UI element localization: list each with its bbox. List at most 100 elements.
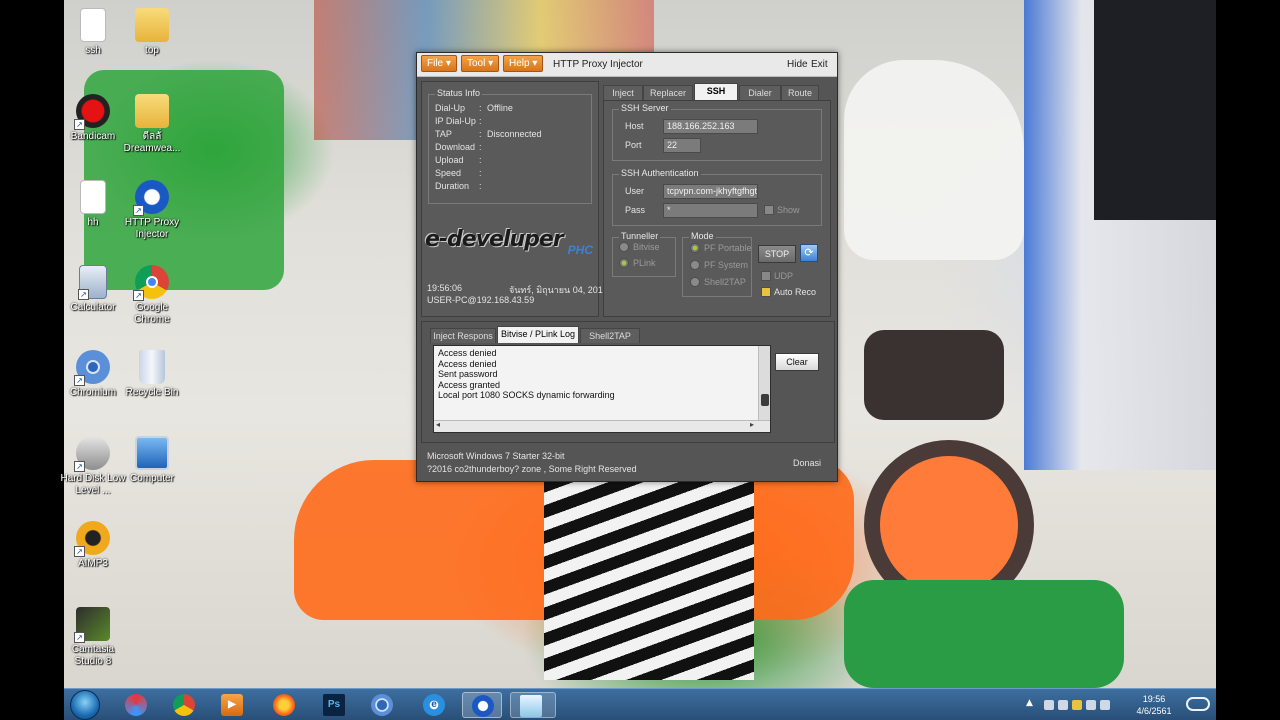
tray-icon-5[interactable] (1100, 700, 1110, 710)
clear-button[interactable]: Clear (775, 353, 819, 371)
http-proxy-injector-window: File ▾ Tool ▾ Help ▾ HTTP Proxy Injector… (416, 52, 838, 482)
swirl-app-icon (125, 694, 147, 716)
shortcut-arrow-icon: ↗ (74, 632, 85, 643)
status-label: Duration (435, 181, 470, 191)
taskbar-chromium[interactable] (362, 692, 402, 718)
taskbar-media-player[interactable]: ▶ (212, 692, 252, 718)
desktop-icon-label: AIMP3 (77, 558, 108, 569)
tray-network-icon[interactable] (1072, 700, 1082, 710)
udp-checkbox[interactable] (761, 271, 771, 281)
log-line: Sent password (438, 369, 498, 379)
chromium-icon: ↗ (74, 350, 110, 386)
tunneller-option-radio[interactable] (619, 242, 629, 252)
tray-icon-2[interactable] (1058, 700, 1068, 710)
user-field[interactable]: tcpvpn.com-jkhyftgfhgt (663, 184, 758, 199)
log-tab-shell2tap[interactable]: Shell2TAP Log (580, 328, 640, 355)
desktop-icon-camtasia[interactable]: ↗ Camtasia Studio 8 (58, 607, 128, 668)
folder-icon (135, 8, 169, 42)
tab-route[interactable]: Route (781, 85, 819, 100)
clock-time: 19:56:06 (427, 283, 463, 293)
wallpaper-horse (844, 60, 1024, 260)
logo-sub: PHC (567, 243, 593, 257)
mode-title: Mode (689, 231, 716, 241)
taskbar-chrome[interactable] (164, 692, 204, 718)
host-field[interactable]: 188.166.252.163 (663, 119, 758, 134)
tab-dialer[interactable]: Dialer (739, 85, 781, 100)
developer-logo: e-develuper PHC (425, 227, 595, 261)
scroll-right-icon[interactable]: ▸ (750, 420, 754, 429)
tunneller-title: Tunneller (619, 231, 661, 241)
desktop-icon-computer[interactable]: Computer (117, 436, 187, 485)
tunneller-option-radio[interactable] (619, 258, 629, 268)
pass-field[interactable]: * (663, 203, 758, 218)
status-label: Upload (435, 155, 464, 165)
desktop-icon-google-chrome[interactable]: ↗ Google Chrome (117, 265, 187, 326)
taskbar: ▶ Ps e ▲ 19:56 4/6/2561 (64, 688, 1216, 720)
scrollbar-thumb[interactable] (761, 394, 769, 406)
desktop-icon-label: HTTP Proxy Injector (124, 217, 180, 240)
taskbar-photoshop[interactable]: Ps (314, 692, 354, 718)
tab-ssh[interactable]: SSH (694, 83, 738, 100)
tray-icon-1[interactable] (1044, 700, 1054, 710)
mode-option-radio[interactable] (690, 243, 700, 253)
shortcut-arrow-icon: ↗ (74, 119, 85, 130)
desktop-icon-label: Camtasia Studio 8 (71, 644, 115, 667)
taskbar-firefox[interactable] (264, 692, 304, 718)
stop-button[interactable]: STOP (758, 245, 796, 263)
log-tab-inject-response[interactable]: Inject Respons (430, 328, 496, 343)
tab-ssh-label: SSH (706, 86, 726, 96)
status-separator: : (479, 155, 482, 165)
log-horizontal-scrollbar[interactable]: ◂ ▸ (434, 420, 770, 432)
tab-replacer[interactable]: Replacer (643, 85, 693, 100)
mode-option-radio[interactable] (690, 277, 700, 287)
taskbar-clock[interactable]: 19:56 4/6/2561 (1130, 693, 1178, 717)
tab-route-label: Route (787, 88, 813, 98)
exit-button[interactable]: Exit (811, 59, 828, 70)
donate-link[interactable]: Donasi (793, 458, 821, 468)
desktop-icon-recycle-bin[interactable]: Recycle Bin (117, 350, 187, 399)
start-orb-icon[interactable] (70, 690, 100, 720)
port-field[interactable]: 22 (663, 138, 701, 153)
chromium-icon (371, 694, 393, 716)
internet-explorer-icon: e (423, 694, 445, 716)
menu-tool[interactable]: Tool ▾ (461, 55, 500, 72)
log-vertical-scrollbar[interactable] (758, 346, 770, 420)
tray-show-hidden-icon[interactable]: ▲ (1026, 698, 1033, 708)
wallpaper-machine-screen (1094, 0, 1216, 220)
wallpaper-ride-dark (864, 330, 1004, 420)
desktop-icon-http-proxy-injector[interactable]: ↗ HTTP Proxy Injector (117, 180, 187, 241)
menu-file[interactable]: File ▾ (421, 55, 457, 72)
user-host: USER-PC@192.168.43.59 (427, 295, 535, 305)
status-separator: : (479, 116, 482, 126)
menu-help[interactable]: Help ▾ (503, 55, 544, 72)
tab-replacer-label: Replacer (649, 88, 687, 98)
desktop-icon-dreamweaver[interactable]: ดีลลั่ Dreamwea... (117, 94, 187, 155)
status-separator: : (479, 181, 482, 191)
refresh-icon[interactable]: ⟳ (800, 244, 818, 262)
tray-volume-icon[interactable] (1086, 700, 1096, 710)
taskbar-http-proxy-injector[interactable] (462, 692, 502, 718)
log-tab-plink[interactable]: Bitvise / PLink Log (497, 326, 579, 343)
tab-inject[interactable]: Inject (603, 85, 643, 100)
auto-reconnect-checkbox[interactable] (761, 287, 771, 297)
folder-icon (135, 94, 169, 128)
log-output[interactable]: Access denied Access denied Sent password A… (433, 345, 771, 433)
scroll-left-icon[interactable]: ◂ (436, 420, 440, 429)
hide-button[interactable]: Hide (787, 59, 808, 70)
tab-inject-label: Inject (612, 88, 634, 98)
cloud-icon[interactable] (1186, 697, 1210, 711)
mode-option-radio[interactable] (690, 260, 700, 270)
desktop-icon-aimp[interactable]: ↗ AIMP3 (58, 521, 128, 570)
show-password-checkbox[interactable] (764, 205, 774, 215)
wallpaper-ride-green (844, 580, 1124, 688)
desktop-icon-top[interactable]: top (117, 8, 187, 57)
taskbar-notepad[interactable] (510, 692, 556, 718)
recycle-bin-icon (139, 350, 165, 384)
camtasia-icon: ↗ (74, 607, 110, 643)
status-label: Dial-Up (435, 103, 466, 113)
udp-label: UDP (774, 271, 794, 281)
tunneller-option-label: PLink (633, 258, 656, 268)
taskbar-swirl-app[interactable] (116, 692, 156, 718)
taskbar-internet-explorer[interactable]: e (414, 692, 454, 718)
aimp-icon: ↗ (74, 521, 110, 557)
